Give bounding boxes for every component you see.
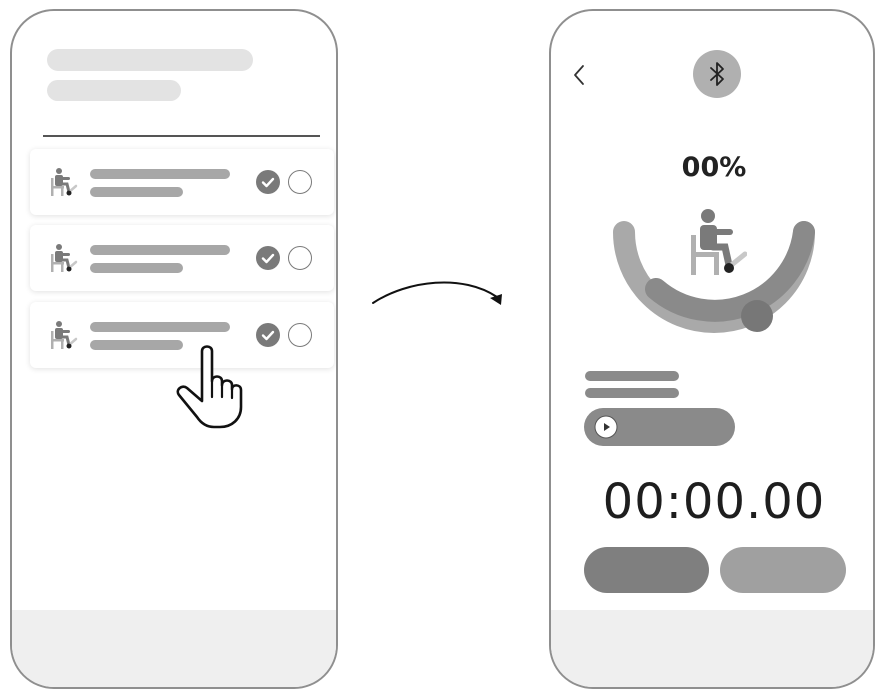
chair-exercise-icon bbox=[691, 209, 747, 275]
chair-exercise-icon bbox=[51, 244, 78, 272]
bluetooth-icon[interactable] bbox=[692, 49, 742, 99]
exercise-subtitle-placeholder bbox=[585, 388, 679, 398]
secondary-action-button[interactable] bbox=[720, 547, 846, 593]
item-title-placeholder bbox=[90, 169, 230, 179]
primary-action-button[interactable] bbox=[584, 547, 709, 593]
radio-empty-icon[interactable] bbox=[288, 170, 312, 194]
radio-empty-icon[interactable] bbox=[288, 246, 312, 270]
chair-exercise-icon bbox=[51, 321, 78, 349]
right-phone-screen: 00% 00:00.00 bbox=[549, 9, 875, 689]
list-item[interactable] bbox=[30, 225, 334, 291]
exercise-title-placeholder bbox=[585, 371, 679, 381]
subtitle-placeholder bbox=[47, 80, 181, 101]
check-circle-icon[interactable] bbox=[256, 323, 280, 347]
progress-percent-label: 00% bbox=[681, 152, 747, 183]
progress-slider-handle bbox=[741, 300, 773, 332]
left-phone-screen bbox=[10, 9, 338, 689]
timer-display: 00:00.00 bbox=[602, 474, 826, 530]
check-circle-icon[interactable] bbox=[256, 246, 280, 270]
play-button[interactable] bbox=[584, 408, 735, 446]
chair-exercise-icon bbox=[51, 168, 78, 196]
item-subtitle-placeholder bbox=[90, 263, 183, 273]
title-placeholder bbox=[47, 49, 253, 71]
tap-hand-icon bbox=[176, 345, 243, 429]
play-icon bbox=[594, 415, 618, 439]
list-item[interactable] bbox=[30, 149, 334, 215]
item-title-placeholder bbox=[90, 245, 230, 255]
item-title-placeholder bbox=[90, 322, 230, 332]
right-bottom-bar bbox=[551, 610, 873, 687]
back-chevron-icon[interactable] bbox=[571, 64, 587, 86]
check-circle-icon[interactable] bbox=[256, 170, 280, 194]
divider bbox=[43, 135, 320, 137]
left-bottom-bar bbox=[12, 610, 336, 687]
radio-empty-icon[interactable] bbox=[288, 323, 312, 347]
curved-arrow-icon bbox=[372, 281, 502, 305]
item-subtitle-placeholder bbox=[90, 187, 183, 197]
